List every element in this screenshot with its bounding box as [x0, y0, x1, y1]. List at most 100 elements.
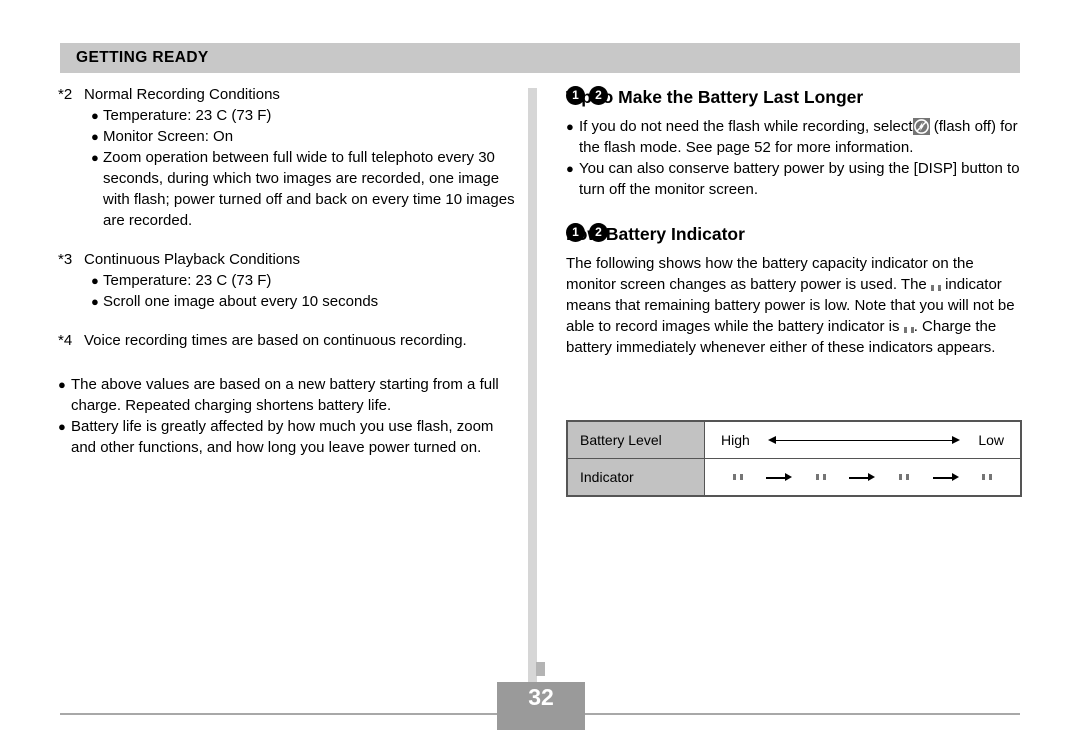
- arrow-head-right: [868, 473, 876, 481]
- list-item-text: Temperature: 23 C (73 F): [103, 107, 272, 124]
- tip-bullet-list: ● If you do not need the flash while rec…: [566, 116, 1022, 200]
- list-item-text: If you do not need the flash while recor…: [579, 116, 1022, 158]
- list-item-text: Zoom operation between full wide to full…: [103, 149, 515, 229]
- column-divider: [528, 88, 537, 688]
- bullet-dot-icon: ●: [91, 129, 99, 144]
- list-item: ● Temperature: 23 C (73 F): [91, 270, 520, 291]
- note-marker: *4: [58, 332, 73, 349]
- note-heading-row: *4 Voice recording times are based on co…: [58, 330, 520, 351]
- heading-badge-group: 1 2: [566, 86, 608, 105]
- circled-number-2-icon: 2: [589, 86, 608, 105]
- arrow-head-right: [785, 473, 793, 481]
- battery-shell: [933, 277, 938, 298]
- list-item: ● Zoom operation between full wide to fu…: [91, 147, 520, 231]
- tip-text-part-1: If you do not need the flash while recor…: [579, 118, 913, 135]
- battery-nub: [812, 474, 815, 480]
- battery-shell: [902, 467, 907, 487]
- list-item-text: The above values are based on a new batt…: [71, 376, 499, 414]
- list-item-text: Monitor Screen: On: [103, 128, 234, 145]
- circled-number-1-icon: 1: [566, 223, 585, 242]
- note-heading-row: *3 Continuous Playback Conditions: [58, 249, 520, 270]
- list-item: ● If you do not need the flash while rec…: [566, 116, 1022, 158]
- sequence-arrow-icon: [766, 472, 793, 482]
- note-block-4: *4 Voice recording times are based on co…: [58, 330, 520, 351]
- footer-tab-marker: [536, 662, 545, 676]
- note-sub-list: ● Temperature: 23 C (73 F) ● Scroll one …: [91, 270, 520, 312]
- list-item-text: You can also conserve battery power by u…: [579, 160, 1020, 198]
- low-battery-paragraph: The following shows how the battery capa…: [566, 253, 1022, 358]
- list-item-text: Battery life is greatly affected by how …: [71, 418, 494, 456]
- list-item: ● You can also conserve battery power by…: [566, 158, 1022, 200]
- bullet-dot-icon: ●: [566, 119, 574, 134]
- page-number-box: 32: [497, 682, 585, 730]
- heading-badge-group: 1 2: [566, 223, 608, 242]
- battery-nub: [900, 327, 903, 333]
- right-text-column: 1 2 Tip to Make the Battery Last Longer …: [566, 84, 1022, 358]
- note-block-2: *2 Normal Recording Conditions ● Tempera…: [58, 84, 520, 231]
- note-marker: *2: [58, 86, 73, 103]
- battery-indicator-empty-icon: [979, 467, 993, 487]
- table-row-label: Indicator: [566, 458, 705, 497]
- arrow-line: [766, 477, 787, 479]
- section-heading-low-battery: 1 2 Low Battery Indicator: [566, 221, 1022, 247]
- battery-shell: [735, 467, 740, 487]
- battery-indicator-sequence: [721, 467, 1004, 487]
- battery-low-icon: [927, 277, 941, 298]
- battery-indicator-two-thirds-icon: [812, 467, 826, 487]
- bullet-dot-icon: ●: [58, 377, 66, 392]
- battery-empty-icon: [900, 319, 914, 340]
- arrow-line: [932, 477, 953, 479]
- battery-indicator-sequence-cell: [704, 458, 1022, 497]
- list-item: ● The above values are based on a new ba…: [58, 374, 520, 416]
- level-low-label: Low: [978, 432, 1004, 448]
- double-arrow-icon: [767, 435, 961, 445]
- list-item: ● Battery life is greatly affected by ho…: [58, 416, 520, 458]
- table-row-label: Battery Level: [566, 420, 705, 459]
- battery-level-table: Battery Level High Low Indicator: [566, 420, 1022, 497]
- bullet-dot-icon: ●: [58, 419, 66, 434]
- section-heading-tip: 1 2 Tip to Make the Battery Last Longer: [566, 84, 1022, 110]
- battery-indicator-one-third-icon: [896, 467, 910, 487]
- battery-shell: [985, 467, 990, 487]
- sequence-arrow-icon: [849, 472, 876, 482]
- flash-off-icon: [912, 118, 930, 135]
- battery-level-scale: High Low: [721, 432, 1004, 448]
- battery-nub: [927, 285, 930, 291]
- arrow-line: [774, 440, 954, 441]
- note-heading-row: *2 Normal Recording Conditions: [58, 84, 520, 105]
- battery-level-scale-cell: High Low: [704, 420, 1022, 459]
- battery-indicator-full-icon: [729, 467, 743, 487]
- bullet-dot-icon: ●: [566, 161, 574, 176]
- table-row: Indicator: [566, 458, 1022, 497]
- section-heading-text: Tip to Make the Battery Last Longer: [566, 87, 864, 107]
- battery-shell: [906, 319, 911, 340]
- battery-nub: [979, 474, 982, 480]
- list-item: ● Scroll one image about every 10 second…: [91, 291, 520, 312]
- circled-number-2-icon: 2: [589, 223, 608, 242]
- left-bullet-list: ● The above values are based on a new ba…: [58, 374, 520, 458]
- list-item-text: Temperature: 23 C (73 F): [103, 272, 272, 289]
- page-header-band: GETTING READY: [60, 43, 1020, 73]
- battery-shell: [818, 467, 823, 487]
- bullet-dot-icon: ●: [91, 294, 99, 309]
- page-header-title: GETTING READY: [76, 49, 209, 66]
- battery-nub: [896, 474, 899, 480]
- list-item: ● Monitor Screen: On: [91, 126, 520, 147]
- bullet-dot-icon: ●: [91, 108, 99, 123]
- sequence-arrow-icon: [932, 472, 959, 482]
- list-item: ● Temperature: 23 C (73 F): [91, 105, 520, 126]
- arrow-head-right: [951, 473, 959, 481]
- bullet-dot-icon: ●: [91, 273, 99, 288]
- circled-number-1-icon: 1: [566, 86, 585, 105]
- level-high-label: High: [721, 432, 750, 448]
- note-marker: *3: [58, 251, 73, 268]
- paragraph-segment-1: The following shows how the battery capa…: [566, 255, 974, 293]
- note-block-3: *3 Continuous Playback Conditions ● Temp…: [58, 249, 520, 312]
- note-heading-text: Continuous Playback Conditions: [84, 251, 300, 268]
- bullet-dot-icon: ●: [91, 150, 99, 165]
- note-heading-text: Normal Recording Conditions: [84, 86, 280, 103]
